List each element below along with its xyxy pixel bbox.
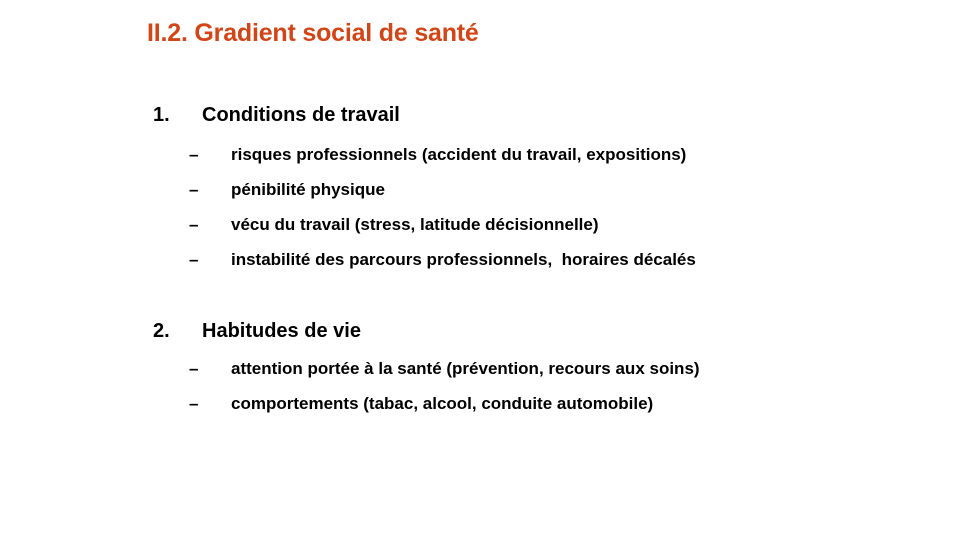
dash-bullet: – bbox=[189, 180, 199, 199]
dash-bullet: – bbox=[189, 394, 199, 413]
section-title: Habitudes de vie bbox=[202, 320, 361, 342]
list-item-text: comportements (tabac, alcool, conduite a… bbox=[231, 394, 654, 413]
dash-bullet: – bbox=[189, 145, 199, 164]
dash-bullet: – bbox=[189, 215, 199, 234]
list-item-text: risques professionnels (accident du trav… bbox=[231, 145, 687, 164]
section-number: 1. bbox=[153, 104, 170, 126]
dash-bullet: – bbox=[189, 359, 199, 378]
section-number: 2. bbox=[153, 320, 170, 342]
list-item-text: vécu du travail (stress, latitude décisi… bbox=[231, 215, 599, 234]
list-item-text: instabilité des parcours professionnels,… bbox=[231, 250, 696, 269]
section-title: Conditions de travail bbox=[202, 104, 400, 126]
list-item-text: attention portée à la santé (prévention,… bbox=[231, 359, 700, 378]
slide-title: II.2. Gradient social de santé bbox=[147, 19, 479, 47]
list-item-text: pénibilité physique bbox=[231, 180, 385, 199]
dash-bullet: – bbox=[189, 250, 199, 269]
